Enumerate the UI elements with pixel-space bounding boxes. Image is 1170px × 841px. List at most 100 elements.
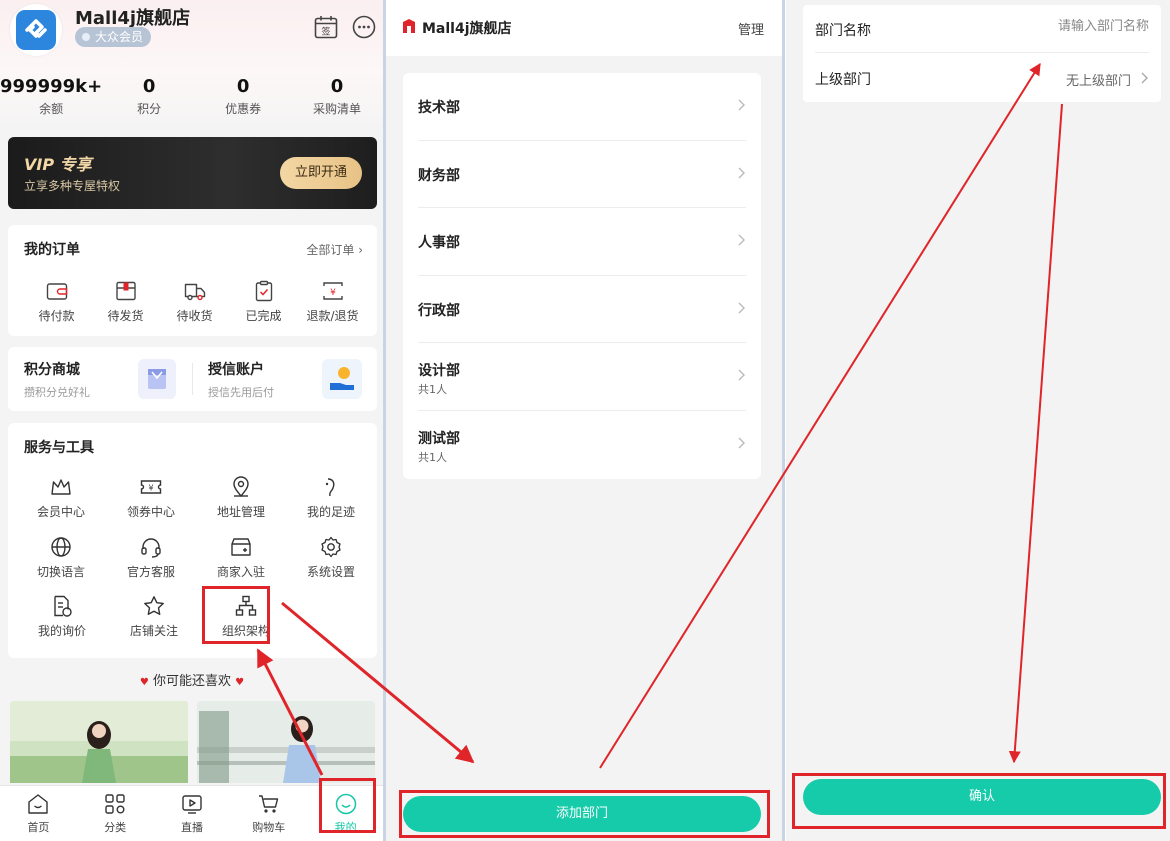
recommend-title: 你可能还喜欢 [152,674,231,689]
service-label: 商家入驻 [216,565,265,579]
service-language[interactable]: 切换语言 [16,535,106,580]
grid-category-icon [105,794,125,814]
coin-hand-icon [322,359,362,399]
coupon-icon: ¥ [140,480,162,494]
chevron-right-icon [738,234,745,246]
panel-separator [782,0,785,841]
tab-category[interactable]: 分类 [77,786,154,841]
points-credit-card: 积分商城 攒积分兑好礼 授信账户 授信先用后付 [8,347,377,411]
member-level-badge[interactable]: 大众会员 [75,27,152,47]
service-address[interactable]: 地址管理 [196,475,286,520]
order-status-label: 待收货 [176,309,213,323]
orders-title: 我的订单 [24,242,80,258]
order-refund[interactable]: ¥ 退款/退货 [298,279,367,324]
add-department-form: 部门名称 上级部门 无上级部门 [803,5,1161,102]
product-image[interactable] [197,701,375,783]
gift-box-icon [138,359,176,399]
package-icon [115,281,136,301]
department-item[interactable]: 技术部 [418,73,746,141]
svg-text:¥: ¥ [148,484,153,493]
stat-points[interactable]: 0 积分 [102,76,196,117]
stat-value: 0 [142,76,156,97]
order-pending-payment[interactable]: 待付款 [22,279,91,324]
svg-text:¥: ¥ [330,288,336,298]
footprint-icon [325,478,335,497]
stat-purchase-list[interactable]: 0 采购清单 [290,76,384,117]
order-pending-receipt[interactable]: 待收货 [160,279,229,324]
tab-label: 首页 [27,821,50,834]
recommend-heading: ♥ 你可能还喜欢 ♥ [0,670,384,689]
shop-avatar[interactable] [10,4,62,56]
product-image[interactable] [10,701,188,783]
service-label: 会员中心 [36,505,85,519]
vip-activate-button[interactable]: 立即开通 [280,157,362,189]
stat-label: 采购清单 [313,102,362,116]
profile-header: Mall4j旗舰店 大众会员 签 999999k+ 余额 0 积分 0 优惠券 0 采购… [0,0,384,132]
more-message-icon[interactable] [351,14,377,40]
service-coupon-center[interactable]: ¥ 领券中心 [106,475,196,520]
service-label: 我的足迹 [306,505,355,519]
live-play-icon [182,795,202,814]
department-member-count: 共1人 [418,450,447,464]
service-customer-service[interactable]: 官方客服 [106,535,196,580]
department-page-header: Mall4j旗舰店 管理 [386,0,782,56]
service-footprints[interactable]: 我的足迹 [286,475,376,520]
svg-text:签: 签 [321,26,330,38]
orders-card: 我的订单 全部订单 › 待付款 待发货 待收货 已完成 ¥ 退款/退货 [8,225,377,336]
department-item[interactable]: 设计部 共1人 [418,343,746,411]
department-item[interactable]: 行政部 [418,276,746,344]
department-item[interactable]: 人事部 [418,208,746,276]
department-item[interactable]: 财务部 [418,141,746,209]
globe-icon [51,537,71,557]
service-shop-follow[interactable]: 店铺关注 [108,594,200,639]
department-list-panel: Mall4j旗舰店 管理 技术部 财务部 人事部 行政部 设计部 共1人 测试部… [386,0,782,841]
department-name: 行政部 [418,302,460,319]
service-settings[interactable]: 系统设置 [286,535,376,580]
clipboard-check-icon [255,280,272,302]
location-pin-icon [233,476,249,498]
department-name: 技术部 [418,100,460,116]
wallet-icon [46,283,67,300]
tab-live[interactable]: 直播 [154,786,231,841]
stat-balance[interactable]: 999999k+ 余额 [0,76,102,117]
member-level-label: 大众会员 [95,30,144,44]
headset-icon [141,538,161,558]
department-member-count: 共1人 [418,383,447,397]
tab-home[interactable]: 首页 [0,786,77,841]
service-label: 店铺关注 [129,624,178,638]
confirm-highlight [792,773,1166,829]
store-name: Mall4j旗舰店 [422,21,512,37]
order-status-grid: 待付款 待发货 待收货 已完成 ¥ 退款/退货 [22,279,367,324]
department-item[interactable]: 测试部 共1人 [418,411,746,479]
stat-label: 优惠券 [225,102,262,116]
manage-button[interactable]: 管理 [738,19,764,38]
service-label: 官方客服 [126,565,175,579]
gear-icon [321,536,341,558]
vip-banner[interactable]: VIP 专享 立享多种专屋特权 立即开通 [8,137,377,209]
credit-account-title: 授信账户 [208,362,264,378]
storefront-icon [231,538,251,556]
service-merchant-join[interactable]: 商家入驻 [196,535,286,580]
department-name: 测试部 [418,430,460,447]
department-name-input[interactable] [969,19,1149,34]
tab-cart[interactable]: 购物车 [230,786,307,841]
truck-icon [184,283,205,301]
org-structure-highlight [202,586,270,644]
service-member-center[interactable]: 会员中心 [16,475,106,520]
department-name: 设计部 [418,363,460,380]
chevron-right-icon [738,167,745,179]
heart-icon: ♥ [139,677,149,688]
refund-icon: ¥ [322,282,343,300]
parent-department-row[interactable]: 上级部门 无上级部门 [815,54,1149,102]
order-status-label: 待发货 [107,309,144,323]
order-completed[interactable]: 已完成 [229,279,298,324]
checkin-calendar-icon[interactable]: 签 [313,14,339,40]
all-orders-link[interactable]: 全部订单 › [306,241,363,258]
order-pending-shipment[interactable]: 待发货 [91,279,160,324]
store-icon [403,19,415,33]
department-list: 技术部 财务部 人事部 行政部 设计部 共1人 测试部 共1人 [403,73,761,479]
stat-coupons[interactable]: 0 优惠券 [196,76,290,117]
parent-department-value: 无上级部门 [1065,74,1131,89]
chevron-right-icon [738,369,745,381]
service-my-inquiry[interactable]: 我的询价 [16,594,108,639]
